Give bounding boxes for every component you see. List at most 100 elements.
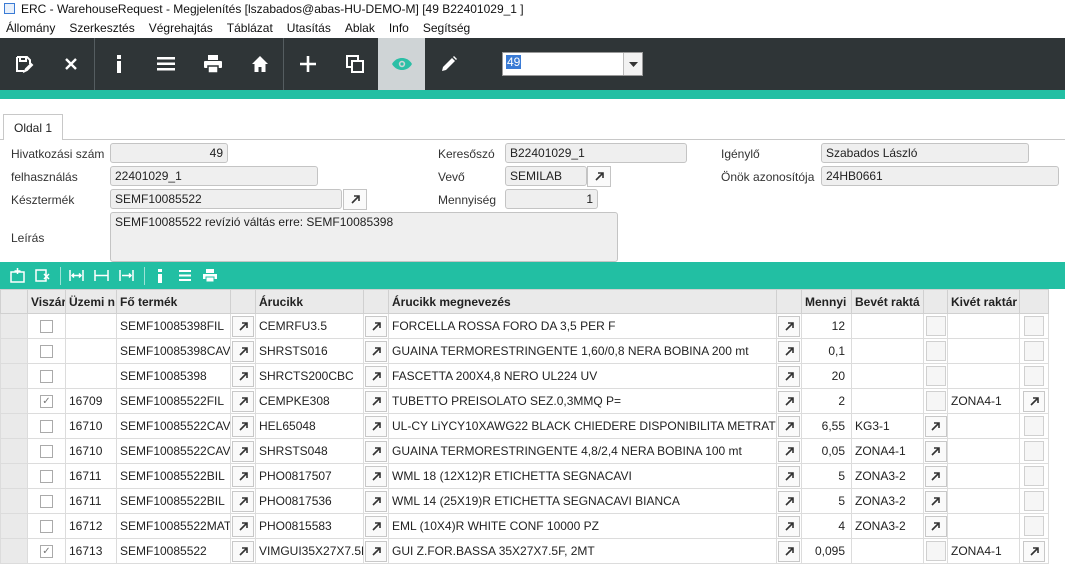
mennyiseg-field[interactable]: 1 (505, 189, 598, 209)
hivatkozasi-szam-field[interactable]: 49 (110, 143, 228, 163)
viszar-cell[interactable] (27, 313, 66, 339)
arucikk-link-button[interactable] (365, 440, 387, 462)
arucikk-cell[interactable]: PHO0817507 (255, 463, 364, 489)
uzemi-cell[interactable] (65, 338, 117, 364)
megnevezes-link-button[interactable] (778, 415, 800, 437)
arucikk-link-cell[interactable] (363, 488, 389, 514)
col-header-viszar[interactable]: Viszár (27, 289, 66, 314)
bevet-select-button[interactable] (925, 541, 946, 561)
arucikk-link-cell[interactable] (363, 388, 389, 414)
fotermek-link-cell[interactable] (230, 363, 256, 389)
row-header[interactable] (0, 488, 28, 514)
megnevezes-link-button[interactable] (778, 440, 800, 462)
bevet-link-button[interactable] (924, 440, 947, 462)
fotermek-link-cell[interactable] (230, 388, 256, 414)
kivet-raktar-cell[interactable] (947, 513, 1020, 539)
fotermek-cell[interactable]: SEMF10085522 (116, 538, 231, 564)
print-button[interactable] (189, 38, 236, 90)
arucikk-link-button[interactable] (365, 390, 387, 412)
megnevezes-cell[interactable]: TUBETTO PREISOLATO SEZ.0,3MMQ P= (388, 388, 777, 414)
kivet-empty-cell[interactable] (1019, 338, 1049, 364)
kivet-select-button[interactable] (1024, 491, 1044, 511)
mennyiseg-cell[interactable]: 0,095 (801, 538, 852, 564)
bevet-empty-cell[interactable] (923, 388, 948, 414)
table-row[interactable]: SEMF10085398FIL CEMRFU3.5 FORCELLA ROSSA F… (0, 313, 1049, 339)
megnevezes-link-cell[interactable] (776, 463, 802, 489)
megnevezes-cell[interactable]: FASCETTA 200X4,8 NERO UL224 UV (388, 363, 777, 389)
insert-row-button[interactable] (6, 265, 28, 287)
kivet-link-button[interactable] (1023, 390, 1045, 412)
megnevezes-cell[interactable]: EML (10X4)R WHITE CONF 10000 PZ (388, 513, 777, 539)
viszar-cell[interactable] (27, 513, 66, 539)
viszar-cell[interactable] (27, 413, 66, 439)
uzemi-cell[interactable]: 16710 (65, 413, 117, 439)
bevet-select-button[interactable] (925, 316, 946, 336)
kivet-link-cell[interactable] (1019, 538, 1049, 564)
record-selector-value[interactable]: 49 (503, 53, 623, 75)
kivet-select-button[interactable] (1024, 366, 1044, 386)
viszar-checkbox[interactable] (40, 370, 53, 384)
arucikk-cell[interactable]: CEMRFU3.5 (255, 313, 364, 339)
megnevezes-cell[interactable]: WML 18 (12X12)R ETICHETTA SEGNACAVI (388, 463, 777, 489)
kivet-select-button[interactable] (1024, 516, 1044, 536)
bevet-raktar-cell[interactable] (851, 313, 924, 339)
fotermek-link-cell[interactable] (230, 488, 256, 514)
bevet-link-cell[interactable] (923, 488, 948, 514)
bevet-select-button[interactable] (925, 341, 946, 361)
fotermek-link-cell[interactable] (230, 538, 256, 564)
fotermek-link-button[interactable] (232, 540, 254, 562)
mennyiseg-cell[interactable]: 5 (801, 488, 852, 514)
fotermek-link-button[interactable] (232, 340, 254, 362)
uzemi-cell[interactable]: 16710 (65, 438, 117, 464)
kivet-empty-cell[interactable] (1019, 488, 1049, 514)
kivet-select-button[interactable] (1024, 316, 1044, 336)
uzemi-cell[interactable]: 16712 (65, 513, 117, 539)
table-row[interactable]: 16710 SEMF10085522CAV HEL65048 UL-CY LiYCY1… (0, 413, 1049, 439)
bevet-link-cell[interactable] (923, 438, 948, 464)
viszar-checkbox[interactable] (40, 470, 53, 484)
viszar-cell[interactable]: ✓ (27, 388, 66, 414)
col-header-fotermek[interactable]: Fő termék (116, 289, 231, 314)
bevet-raktar-cell[interactable]: KG3-1 (851, 413, 924, 439)
arucikk-cell[interactable]: VIMGUI35X27X7.5F (255, 538, 364, 564)
arucikk-link-button[interactable] (365, 490, 387, 512)
arucikk-link-cell[interactable] (363, 438, 389, 464)
keszermek-link-button[interactable] (343, 189, 367, 210)
bevet-raktar-cell[interactable]: ZONA3-2 (851, 463, 924, 489)
table-row[interactable]: 16712 SEMF10085522MAT PHO0815583 EML (10X4)… (0, 513, 1049, 539)
viszar-cell[interactable] (27, 363, 66, 389)
megnevezes-link-button[interactable] (778, 465, 800, 487)
col-header-kivet-raktar[interactable]: Kivét raktár (947, 289, 1020, 314)
megnevezes-link-button[interactable] (778, 315, 800, 337)
arucikk-link-cell[interactable] (363, 338, 389, 364)
bevet-select-button[interactable] (925, 366, 946, 386)
fotermek-link-cell[interactable] (230, 513, 256, 539)
fotermek-link-button[interactable] (232, 515, 254, 537)
kivet-empty-cell[interactable] (1019, 463, 1049, 489)
kivet-empty-cell[interactable] (1019, 513, 1049, 539)
table-row[interactable]: 16710 SEMF10085522CAV SHRSTS048 GUAINA TERM… (0, 438, 1049, 464)
vevo-link-button[interactable] (587, 166, 611, 187)
mennyiseg-cell[interactable]: 0,05 (801, 438, 852, 464)
fotermek-cell[interactable]: SEMF10085522BIL (116, 488, 231, 514)
fotermek-link-cell[interactable] (230, 313, 256, 339)
fotermek-cell[interactable]: SEMF10085398 (116, 363, 231, 389)
tab-oldal-1[interactable]: Oldal 1 (3, 114, 64, 140)
kivet-empty-cell[interactable] (1019, 438, 1049, 464)
fotermek-link-button[interactable] (232, 390, 254, 412)
bevet-raktar-cell[interactable]: ZONA3-2 (851, 488, 924, 514)
kivet-raktar-cell[interactable]: ZONA4-1 (947, 538, 1020, 564)
arucikk-link-cell[interactable] (363, 413, 389, 439)
fotermek-link-button[interactable] (232, 465, 254, 487)
megnevezes-link-cell[interactable] (776, 513, 802, 539)
viszar-cell[interactable] (27, 438, 66, 464)
bevet-link-cell[interactable] (923, 513, 948, 539)
arucikk-cell[interactable]: SHRSTS048 (255, 438, 364, 464)
column-fit-button[interactable] (65, 265, 87, 287)
table-row[interactable]: ✓ 16709 SEMF10085522FIL CEMPKE308 TUBETTO PR… (0, 388, 1049, 414)
arucikk-link-cell[interactable] (363, 463, 389, 489)
kivet-empty-cell[interactable] (1019, 363, 1049, 389)
table-row[interactable]: SEMF10085398 SHRCTS200CBC FASCETTA 200X4,8… (0, 363, 1049, 389)
add-button[interactable] (284, 38, 331, 90)
megnevezes-link-button[interactable] (778, 390, 800, 412)
